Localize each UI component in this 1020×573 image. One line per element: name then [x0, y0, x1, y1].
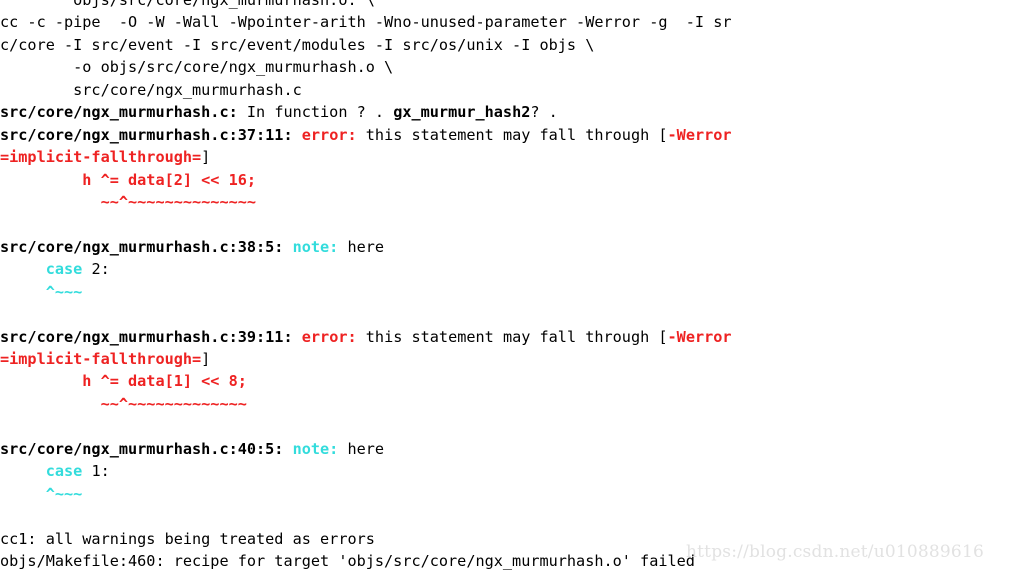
line-20-note-40: src/core/ngx_murmurhash.c:40:5: note: he… — [0, 438, 1020, 460]
terminal-text: src/core/ngx_murmurhash.c:40:5: — [0, 439, 284, 458]
terminal-text: error: — [301, 125, 357, 144]
terminal-text: ^~~~ — [0, 484, 83, 503]
terminal-text: In function ? . — [237, 103, 394, 122]
terminal-text: src/core/ngx_murmurhash.c:38:5: — [0, 237, 284, 256]
terminal-text: note: — [292, 439, 339, 458]
terminal-text: this statement may fall through [ — [356, 125, 668, 144]
terminal-text: =implicit-fallthrough= — [0, 350, 202, 368]
line-04-source-file: src/core/ngx_murmurhash.c — [0, 79, 1020, 101]
line-09-squiggle-37: ~~^~~~~~~~~~~~~~~ — [0, 191, 1020, 213]
terminal-text: src/core/ngx_murmurhash.c — [0, 80, 302, 99]
line-14-blank-b — [0, 303, 1020, 325]
line-07-error-37-cont: =implicit-fallthrough=] — [0, 146, 1020, 168]
terminal-text: objs/Makefile:460: recipe for target 'ob… — [0, 551, 695, 570]
terminal-text: -Werror — [667, 125, 732, 144]
terminal-text: error: — [301, 327, 357, 346]
terminal-text: =implicit-fallthrough= — [0, 148, 202, 167]
line-03-output-object: -o objs/src/core/ngx_murmurhash.o \ — [0, 56, 1020, 78]
line-11-note-38: src/core/ngx_murmurhash.c:38:5: note: he… — [0, 236, 1020, 258]
terminal-text: -Werror — [667, 327, 732, 346]
line-06-error-37: src/core/ngx_murmurhash.c:37:11: error: … — [0, 124, 1020, 146]
terminal-text: -o objs/src/core/ngx_murmurhash.o \ — [0, 58, 394, 77]
line-00-clipped-top: objs/src/core/ngx_murmurhash.o: \ — [0, 0, 1020, 11]
line-15-error-39: src/core/ngx_murmurhash.c:39:11: error: … — [0, 326, 1020, 348]
line-25-makefile-recipe-460: objs/Makefile:460: recipe for target 'ob… — [0, 550, 1020, 572]
line-10-blank-a — [0, 213, 1020, 235]
line-05-in-function: src/core/ngx_murmurhash.c: In function ?… — [0, 101, 1020, 123]
line-19-blank-c — [0, 415, 1020, 437]
line-18-squiggle-39: ~~^~~~~~~~~~~~~~ — [0, 393, 1020, 415]
line-16-error-39-cont: =implicit-fallthrough=] — [0, 348, 1020, 370]
terminal-text: ~~^~~~~~~~~~~~~~~ — [0, 192, 257, 211]
terminal-text: note: — [292, 237, 339, 256]
line-08-code-37: h ^= data[2] << 16; — [0, 169, 1020, 191]
line-01-cc-command: cc -c -pipe -O -W -Wall -Wpointer-arith … — [0, 11, 1020, 33]
terminal-text: c/core -I src/event -I src/event/modules… — [0, 35, 595, 54]
terminal-text: here — [338, 439, 385, 458]
terminal-window[interactable]: objs/src/core/ngx_murmurhash.o: \ cc -c -… — [0, 0, 1020, 573]
terminal-output: objs/src/core/ngx_murmurhash.o: \ cc -c -… — [0, 0, 1020, 573]
terminal-text: ? . — [530, 103, 558, 122]
terminal-text: case — [45, 462, 83, 481]
terminal-text: src/core/ngx_murmurhash.c: — [0, 103, 238, 122]
terminal-text: src/core/ngx_murmurhash.c:37:11: — [0, 125, 293, 144]
line-23-blank-d — [0, 505, 1020, 527]
terminal-text: case — [45, 260, 83, 279]
terminal-text: h ^= data[2] << 16; — [0, 170, 257, 189]
line-12-case-2: case 2: — [0, 258, 1020, 280]
terminal-text: src/core/ngx_murmurhash.c:39:11: — [0, 327, 293, 346]
terminal-text: cc1: all warnings being treated as error… — [0, 529, 375, 548]
terminal-text: here — [338, 237, 385, 256]
terminal-text: 1: — [82, 462, 110, 481]
line-17-code-39: h ^= data[1] << 8; — [0, 370, 1020, 392]
terminal-text: cc -c -pipe -O -W -Wall -Wpointer-arith … — [0, 13, 732, 32]
line-22-squiggle-case-1: ^~~~ — [0, 483, 1020, 505]
line-13-squiggle-case-2: ^~~~ — [0, 281, 1020, 303]
line-24-cc1-warnings: cc1: all warnings being treated as error… — [0, 528, 1020, 550]
terminal-text: 2: — [82, 260, 110, 279]
terminal-text: h ^= data[1] << 8; — [0, 372, 247, 391]
terminal-text: this statement may fall through [ — [356, 327, 668, 346]
terminal-text: ~~^~~~~~~~~~~~~~ — [0, 394, 247, 413]
line-21-case-1: case 1: — [0, 460, 1020, 482]
terminal-text: objs/src/core/ngx_murmurhash.o: \ — [0, 0, 375, 9]
terminal-text: ] — [201, 350, 211, 368]
line-02-include-paths: c/core -I src/event -I src/event/modules… — [0, 34, 1020, 56]
terminal-text: ] — [201, 148, 211, 167]
terminal-text: gx_murmur_hash2 — [393, 103, 531, 122]
terminal-text: ^~~~ — [0, 282, 83, 301]
